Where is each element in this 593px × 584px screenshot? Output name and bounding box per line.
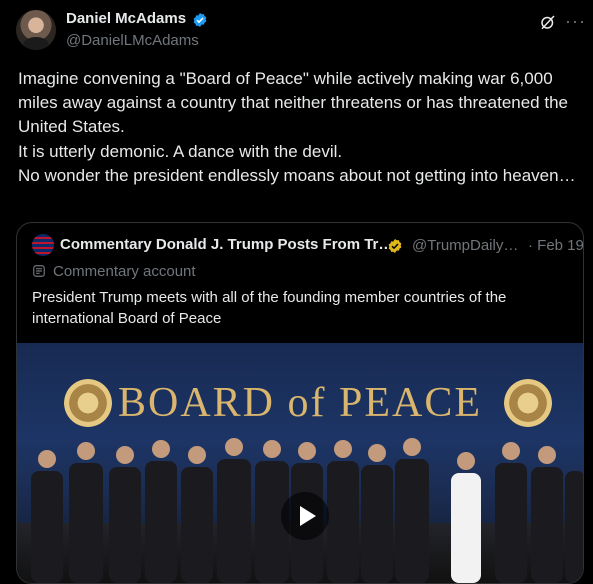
quoted-author-avatar[interactable] (32, 234, 54, 256)
more-options-icon[interactable]: ··· (565, 11, 586, 32)
post-paragraph: It is utterly demonic. A dance with the … (18, 141, 343, 161)
post-text: Imagine convening a "Board of Peace" whi… (18, 67, 578, 188)
post-paragraph: Imagine convening a "Board of Peace" whi… (18, 69, 568, 137)
author-name[interactable]: Daniel McAdams (66, 10, 186, 27)
quoted-author-name[interactable]: Commentary Donald J. Trump Posts From Tr… (60, 236, 393, 253)
quoted-post-date[interactable]: · Feb 19 (528, 237, 583, 254)
author-handle[interactable]: @DanielLMcAdams (66, 32, 199, 49)
author-avatar[interactable] (16, 10, 56, 50)
post-paragraph: No wonder the president endlessly moans … (18, 165, 576, 185)
verified-badge-icon (193, 13, 207, 27)
video-thumbnail[interactable]: BOARD of PEACE (17, 343, 583, 583)
grok-icon[interactable] (539, 13, 557, 31)
quoted-author-handle[interactable]: @TrumpDaily… (412, 237, 518, 254)
group-of-people-image (31, 438, 583, 583)
play-button-icon[interactable] (281, 492, 329, 540)
post[interactable]: Daniel McAdams @DanielLMcAdams ··· Imagi… (0, 0, 593, 584)
gold-verified-badge-icon (388, 239, 402, 253)
quoted-post-text: President Trump meets with all of the fo… (32, 289, 507, 327)
account-label: Commentary account (53, 263, 196, 280)
quoted-post[interactable]: Commentary Donald J. Trump Posts From Tr… (16, 222, 584, 584)
commentary-badge-icon (33, 265, 45, 277)
